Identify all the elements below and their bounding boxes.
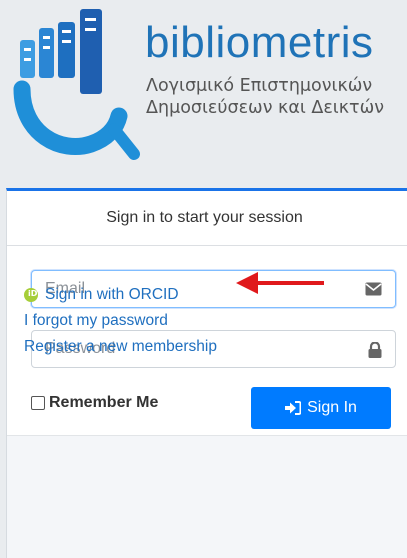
sign-in-label: Sign In xyxy=(307,399,357,416)
brand-logo: bibliometris Λογισμικό Επιστημονικών Δημ… xyxy=(0,0,407,170)
login-header: Sign in to start your session xyxy=(7,191,407,246)
arrow-annotation xyxy=(236,272,324,294)
envelope-icon xyxy=(365,282,382,301)
login-links: iD Sign in with ORCID I forgot my passwo… xyxy=(24,282,217,360)
forgot-password-link[interactable]: I forgot my password xyxy=(24,308,217,334)
brand-tagline-line2: Δημοσιεύσεων και Δεικτών xyxy=(146,98,385,118)
lock-icon xyxy=(368,341,382,363)
sign-in-button[interactable]: Sign In xyxy=(251,387,391,429)
remember-checkbox[interactable] xyxy=(31,396,45,410)
brand-name: bibliometris xyxy=(145,18,374,67)
brand-tagline-line1: Λογισμικό Επιστημονικών xyxy=(146,76,373,96)
login-card: Sign in to start your session Remember M… xyxy=(6,188,407,558)
remember-me[interactable]: Remember Me xyxy=(31,394,158,412)
register-link[interactable]: Register a new membership xyxy=(24,334,217,360)
orcid-signin-link[interactable]: iD Sign in with ORCID xyxy=(24,282,217,308)
remember-label: Remember Me xyxy=(49,394,159,411)
orcid-link-label: Sign in with ORCID xyxy=(45,286,179,303)
logo-icon xyxy=(13,9,140,160)
orcid-icon: iD xyxy=(24,288,38,302)
sign-in-icon xyxy=(285,401,302,415)
